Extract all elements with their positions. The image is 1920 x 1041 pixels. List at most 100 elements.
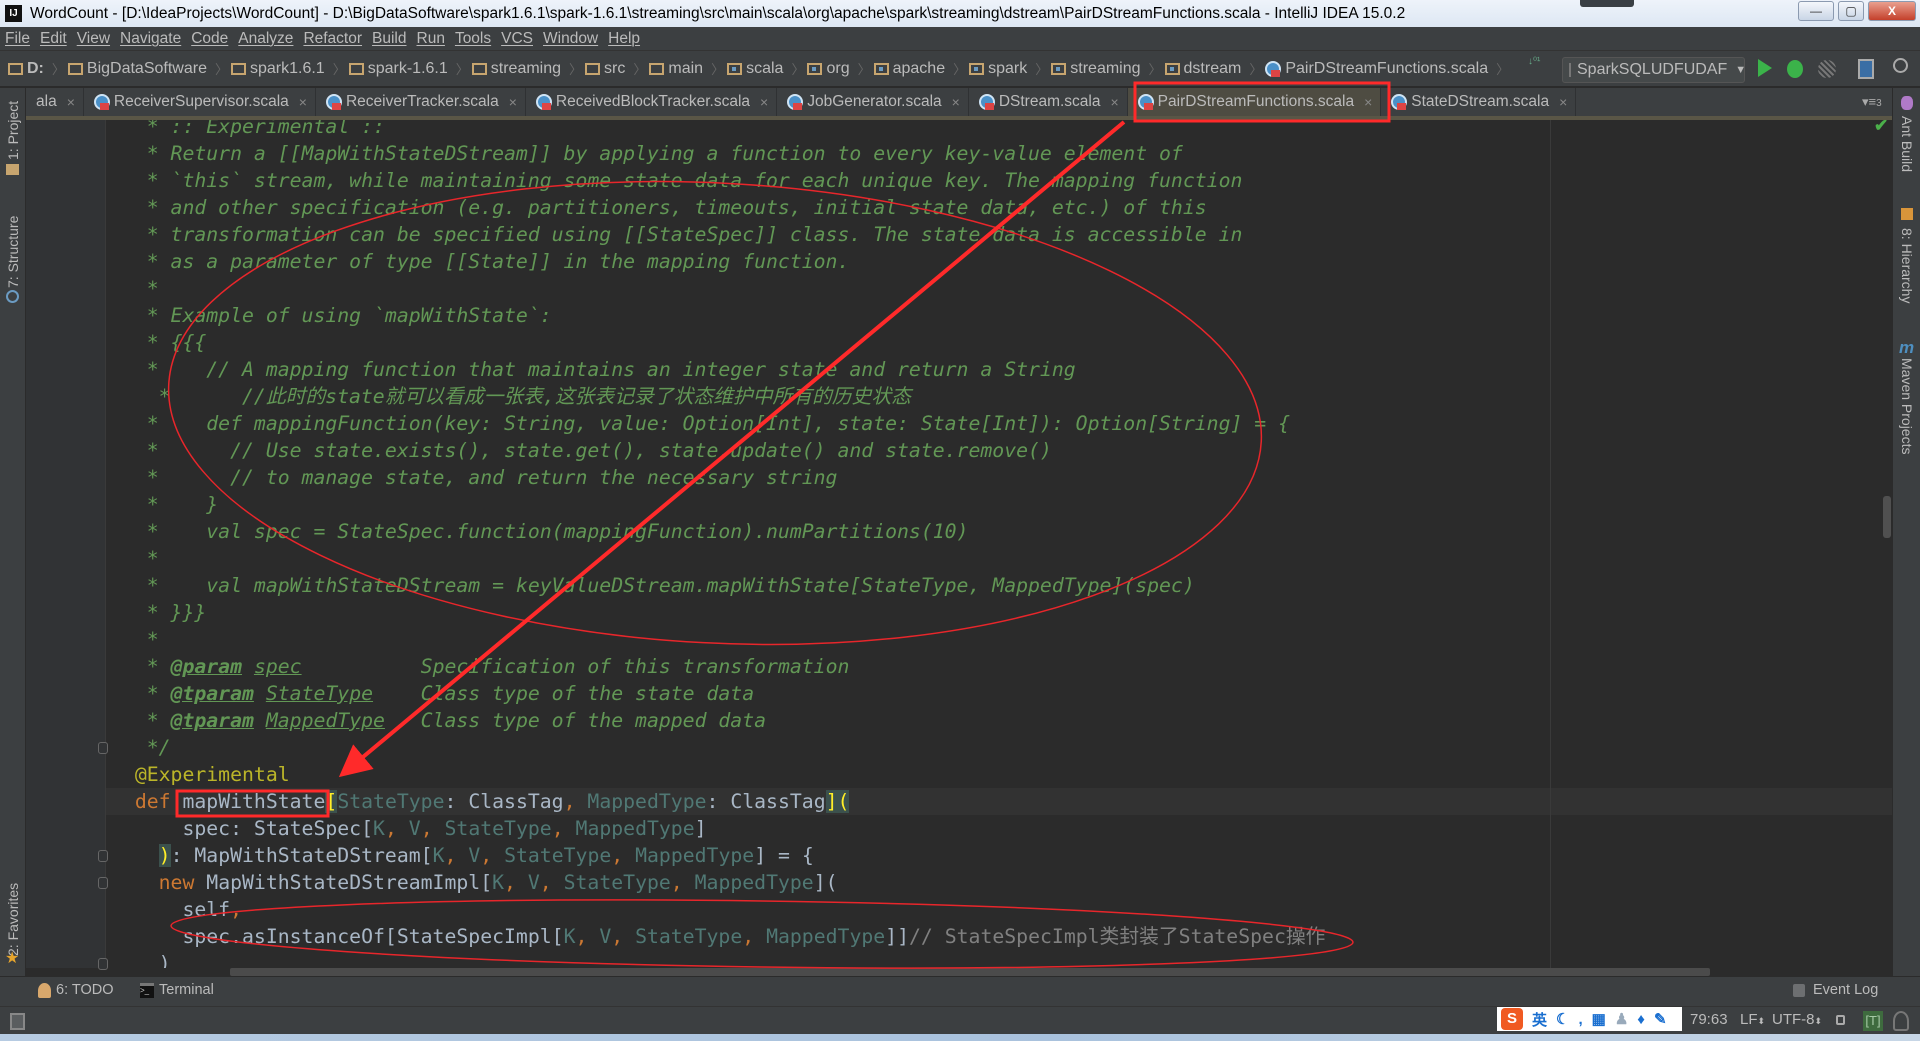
hierarchy-tool-button[interactable]: 8: Hierarchy <box>1899 228 1915 303</box>
code-line[interactable]: 357 * and other specification (e.g. part… <box>106 194 1892 221</box>
line-separator[interactable]: LF⬍ <box>1740 1011 1765 1028</box>
ime-toolbar[interactable]: S 英 ☾ , ▦ ♟ ♦ ✎ <box>1497 1007 1682 1031</box>
breadcrumb-item[interactable]: scala <box>727 60 783 78</box>
code-line[interactable]: 355 * Return a [[MapWithStateDStream]] b… <box>106 140 1892 167</box>
wrench-icon[interactable]: ✎ <box>1654 1010 1667 1028</box>
menu-item-code[interactable]: Code <box>191 30 228 48</box>
breadcrumb-item[interactable]: streaming <box>1051 60 1141 78</box>
fold-marker-icon[interactable] <box>98 850 108 862</box>
breadcrumb-item[interactable]: apache <box>873 60 945 78</box>
project-tool-button[interactable]: 1: Project <box>5 101 21 160</box>
menu-item-view[interactable]: View <box>77 30 110 48</box>
code-line[interactable]: 362 * {{{ <box>106 329 1892 356</box>
code-line[interactable]: 354 * :: Experimental :: <box>106 120 1892 140</box>
maven-projects-tool-button[interactable]: Maven Projects <box>1899 358 1915 454</box>
breadcrumb-item[interactable]: D: <box>8 60 44 78</box>
breadcrumb-item[interactable]: src <box>585 60 625 78</box>
user-icon[interactable]: ♟ <box>1615 1010 1628 1028</box>
breadcrumb-item[interactable]: dstream <box>1164 60 1241 78</box>
todo-tool-button[interactable]: 6: TODO <box>38 982 113 998</box>
tab-jobgenerator-scala[interactable]: JobGenerator.scala × <box>777 88 969 116</box>
menu-item-navigate[interactable]: Navigate <box>120 30 181 48</box>
code-line[interactable]: 378 @Experimental <box>106 761 1892 788</box>
terminal-tool-button[interactable]: >_ Terminal <box>140 982 214 998</box>
lock-icon[interactable] <box>1836 1015 1845 1025</box>
code-line[interactable]: 377 */ <box>106 734 1892 761</box>
toggle-tool-windows-icon[interactable] <box>10 1013 25 1030</box>
close-tab-icon[interactable]: × <box>509 94 517 110</box>
run-config-dropdown[interactable]: SparkSQLUDFUDAF ▼ <box>1562 57 1746 83</box>
code-line[interactable]: 384 spec.asInstanceOf[StateSpecImpl[K, V… <box>106 923 1892 950</box>
close-button[interactable]: X <box>1868 1 1916 21</box>
close-tab-icon[interactable]: × <box>299 94 307 110</box>
breadcrumb-item[interactable]: spark <box>969 60 1027 78</box>
caret-position[interactable]: 79:63 <box>1690 1011 1728 1028</box>
code-line[interactable]: 359 * as a parameter of type [[State]] i… <box>106 248 1892 275</box>
tab-dstream-scala[interactable]: DStream.scala × <box>969 88 1128 116</box>
ant-build-tool-button[interactable]: Ant Build <box>1899 116 1915 172</box>
menu-item-help[interactable]: Help <box>608 30 640 48</box>
code-editor[interactable]: 354 * :: Experimental ::355 * Return a [… <box>106 120 1892 968</box>
breadcrumb-item[interactable]: spark-1.6.1 <box>348 60 448 78</box>
tab-statedstream-scala[interactable]: StateDStream.scala × <box>1381 88 1577 116</box>
favorites-tool-button[interactable]: 2: Favorites <box>5 883 21 956</box>
code-line[interactable]: 366 * // Use state.exists(), state.get()… <box>106 437 1892 464</box>
project-structure-icon[interactable] <box>1858 59 1874 79</box>
menu-item-analyze[interactable]: Analyze <box>238 30 293 48</box>
code-line[interactable]: 369 * val spec = StateSpec.function(mapp… <box>106 518 1892 545</box>
menu-item-refactor[interactable]: Refactor <box>303 30 362 48</box>
code-line[interactable]: 372 * }}} <box>106 599 1892 626</box>
moon-icon[interactable]: ☾ <box>1556 1010 1569 1028</box>
tab-ala[interactable]: ala × <box>26 88 84 116</box>
tab-receivedblocktracker-scala[interactable]: ReceivedBlockTracker.scala × <box>526 88 778 116</box>
fold-marker-icon[interactable] <box>98 877 108 889</box>
close-tab-icon[interactable]: × <box>1559 94 1567 110</box>
menu-item-build[interactable]: Build <box>372 30 406 48</box>
hector-icon[interactable] <box>1893 1011 1909 1031</box>
code-line[interactable]: 382 new MapWithStateDStreamImpl[K, V, St… <box>106 869 1892 896</box>
fold-marker-icon[interactable] <box>98 958 108 970</box>
menu-item-file[interactable]: File <box>5 30 30 48</box>
code-line[interactable]: 383 self, <box>106 896 1892 923</box>
structure-tool-button[interactable]: 7: Structure <box>5 216 21 288</box>
horizontal-scrollbar[interactable] <box>230 968 1710 976</box>
close-tab-icon[interactable]: × <box>67 94 75 110</box>
search-icon[interactable] <box>1893 58 1908 73</box>
code-line[interactable]: 365 * def mappingFunction(key: String, v… <box>106 410 1892 437</box>
code-line[interactable]: 385 ) <box>106 950 1892 968</box>
code-line[interactable]: 358 * transformation can be specified us… <box>106 221 1892 248</box>
maximize-button[interactable]: ▢ <box>1838 1 1864 21</box>
menu-item-window[interactable]: Window <box>543 30 598 48</box>
code-line[interactable]: 376 * @tparam MappedType Class type of t… <box>106 707 1892 734</box>
menu-item-edit[interactable]: Edit <box>40 30 67 48</box>
breadcrumb-item[interactable]: main <box>649 60 703 78</box>
breadcrumb-item[interactable]: spark1.6.1 <box>230 60 325 78</box>
task-icon[interactable]: [T] <box>1863 1011 1883 1031</box>
vertical-scrollbar[interactable] <box>1883 496 1891 538</box>
code-line[interactable]: 379 def mapWithState[StateType: ClassTag… <box>106 788 1892 815</box>
tab-list-icon[interactable]: ▾≡3 <box>1862 94 1882 110</box>
play-icon[interactable] <box>1758 59 1772 77</box>
breadcrumb-item[interactable]: org <box>807 60 850 78</box>
fold-marker-icon[interactable] <box>98 742 108 754</box>
tab-receiversupervisor-scala[interactable]: ReceiverSupervisor.scala × <box>84 88 316 116</box>
coverage-icon[interactable] <box>1818 60 1836 78</box>
code-line[interactable]: 380 spec: StateSpec[K, V, StateType, Map… <box>106 815 1892 842</box>
close-tab-icon[interactable]: × <box>1364 94 1372 110</box>
menu-item-tools[interactable]: Tools <box>455 30 491 48</box>
code-line[interactable]: 356 * `this` stream, while maintaining s… <box>106 167 1892 194</box>
code-line[interactable]: 367 * // to manage state, and return the… <box>106 464 1892 491</box>
keyboard-icon[interactable]: ▦ <box>1592 1010 1606 1028</box>
code-line[interactable]: 363 * // A mapping function that maintai… <box>106 356 1892 383</box>
code-line[interactable]: 381 ): MapWithStateDStream[K, V, StateTy… <box>106 842 1892 869</box>
minimize-button[interactable]: — <box>1798 1 1834 21</box>
punctuation-icon[interactable]: , <box>1578 1011 1582 1028</box>
close-tab-icon[interactable]: × <box>952 94 960 110</box>
code-line[interactable]: 373 * <box>106 626 1892 653</box>
file-encoding[interactable]: UTF-8⬍ <box>1772 1011 1822 1028</box>
breadcrumb-item[interactable]: BigDataSoftware <box>67 60 207 78</box>
close-tab-icon[interactable]: × <box>760 94 768 110</box>
menu-item-run[interactable]: Run <box>417 30 445 48</box>
code-line[interactable]: 375 * @tparam StateType Class type of th… <box>106 680 1892 707</box>
menu-item-vcs[interactable]: VCS <box>501 30 533 48</box>
